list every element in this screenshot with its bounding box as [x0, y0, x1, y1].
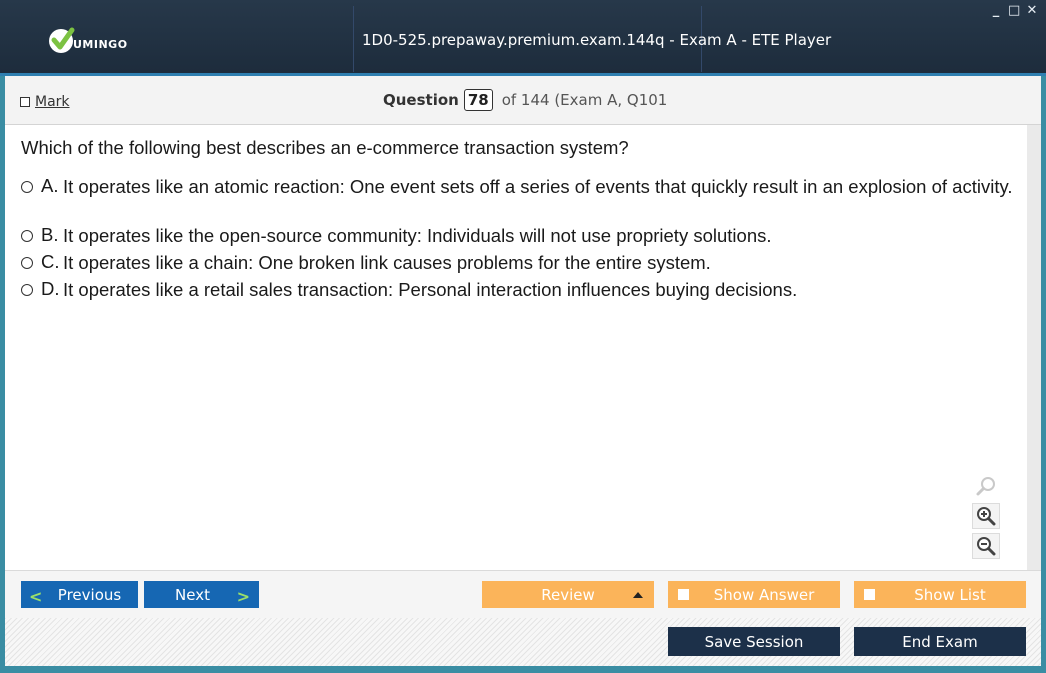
option-text: It operates like an atomic reaction: One…	[63, 176, 1013, 197]
option-letter: B.	[41, 224, 59, 245]
previous-label: Previous	[57, 585, 122, 604]
option-letter: A.	[41, 175, 59, 196]
mark-label[interactable]: Mark	[35, 94, 70, 110]
end-exam-button[interactable]: End Exam	[854, 627, 1026, 656]
show-answer-toggle[interactable]: Show Answer	[668, 581, 840, 608]
question-content: Which of the following best describes an…	[5, 125, 1027, 570]
show-list-label: Show List	[914, 585, 986, 604]
question-text: Which of the following best describes an…	[21, 137, 629, 158]
app-logo: UMINGO	[48, 24, 128, 56]
minimize-button[interactable]: _	[990, 3, 1002, 19]
question-label: Question	[383, 91, 459, 109]
mark-checkbox[interactable]: Mark	[20, 94, 70, 110]
window-bottom-border	[0, 666, 1046, 673]
radio-button[interactable]	[21, 284, 33, 296]
action-bar: Save Session End Exam	[5, 618, 1041, 666]
logo-text: UMINGO	[73, 38, 128, 51]
chevron-right-icon: >	[236, 587, 250, 606]
vertical-scrollbar[interactable]	[1027, 125, 1041, 570]
zoom-in-icon[interactable]	[972, 503, 1000, 529]
close-button[interactable]: ✕	[1026, 3, 1038, 19]
radio-button[interactable]	[21, 181, 33, 193]
mark-checkbox-box[interactable]	[20, 97, 30, 107]
option-text: It operates like a retail sales transact…	[63, 279, 798, 300]
window-title: 1D0-525.prepaway.premium.exam.144q - Exa…	[362, 31, 832, 49]
show-list-checkbox[interactable]	[864, 589, 875, 600]
option-letter: D.	[41, 278, 60, 299]
show-answer-label: Show Answer	[713, 585, 815, 604]
review-button[interactable]: Review	[482, 581, 654, 608]
title-separator	[353, 6, 354, 72]
radio-button[interactable]	[21, 257, 33, 269]
navigation-bar: < Previous Next > Review Show Answer Sho…	[5, 570, 1041, 619]
question-number-input[interactable]: 78	[463, 89, 493, 111]
next-label: Next	[175, 585, 210, 604]
maximize-button[interactable]: □	[1008, 3, 1020, 19]
question-header: Mark Question 78 of 144 (Exam A, Q101	[5, 76, 1041, 125]
question-number-indicator: Question 78 of 144 (Exam A, Q101	[383, 89, 667, 111]
previous-button[interactable]: < Previous	[21, 581, 138, 608]
option-text: It operates like the open-source communi…	[63, 225, 772, 246]
show-list-toggle[interactable]: Show List	[854, 581, 1026, 608]
window-controls: _ □ ✕	[990, 3, 1038, 19]
caret-up-icon	[633, 592, 643, 598]
radio-button[interactable]	[21, 230, 33, 242]
review-label: Review	[541, 585, 595, 604]
zoom-out-icon[interactable]	[972, 533, 1000, 559]
checkmark-logo-icon	[49, 27, 75, 53]
title-bar: UMINGO 1D0-525.prepaway.premium.exam.144…	[0, 0, 1046, 76]
save-session-button[interactable]: Save Session	[668, 627, 840, 656]
chevron-left-icon: <	[29, 587, 43, 606]
show-answer-checkbox[interactable]	[678, 589, 689, 600]
option-letter: C.	[41, 251, 60, 272]
option-text: It operates like a chain: One broken lin…	[63, 252, 711, 273]
search-icon[interactable]	[972, 473, 1000, 499]
next-button[interactable]: Next >	[144, 581, 259, 608]
question-of-text: of 144 (Exam A, Q101	[501, 91, 668, 109]
